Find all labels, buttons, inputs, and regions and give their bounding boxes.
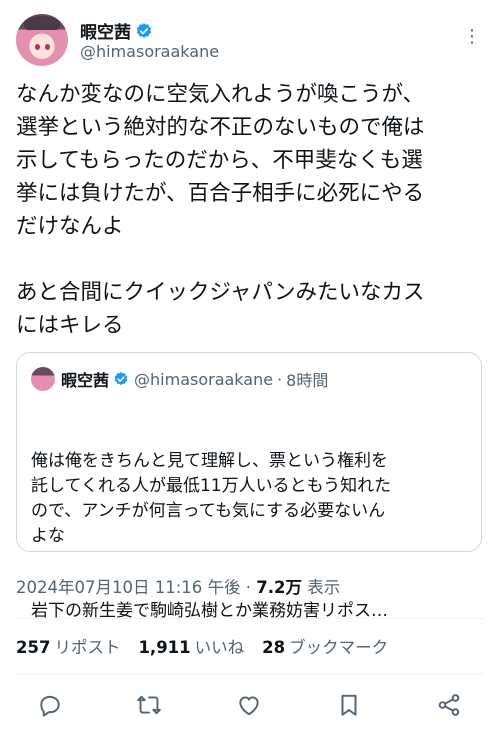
view-count-label: 表示 [307,578,341,597]
tweet-datetime[interactable]: 2024年07月10日 11:16 午後 [16,578,241,597]
tweet-meta: 2024年07月10日 11:16 午後 · 7.2万 表示 [16,574,340,598]
avatar[interactable] [16,14,68,66]
bookmark-label: ブックマーク [289,638,389,657]
like-label: いいね [194,638,245,657]
tweet-header: 暇空茜 @himasoraakane ⋮ [16,12,484,72]
tweet-stats: 257 リポスト 1,911 いいね 28 ブックマーク [16,634,406,658]
repost-stat[interactable]: 257 リポスト [16,634,120,658]
reply-icon[interactable] [37,692,63,718]
quoted-tweet-text: 俺は俺をきちんと見て理解し、票という権利を 託してくれる人が最低11万人いるとも… [31,451,392,546]
tweet-text: なんか変なのに空気入れようが喚こうが、 選挙という絶対的な不正のないもので俺は … [16,82,425,338]
quoted-author-name: 暇空茜 [61,371,110,390]
author-name[interactable]: 暇空茜 [80,18,131,43]
quoted-tweet-header: 暇空茜 @himasoraakane · 8時間 [31,367,328,391]
quoted-avatar [31,367,55,391]
repost-label: リポスト [54,638,121,657]
author-name-row: 暇空茜 [80,18,153,43]
divider [16,618,484,619]
quoted-verified-badge-icon [114,372,128,386]
view-count: 7.2万 [256,578,303,597]
avatar-eye-right [45,44,50,50]
bookmark-stat[interactable]: 28 ブックマーク [262,634,388,658]
bookmark-icon[interactable] [336,692,362,718]
more-options-icon[interactable]: ⋮ [463,26,482,47]
share-icon[interactable] [436,692,462,718]
quoted-author-handle: @himasoraakane [134,369,274,389]
avatar-eye-left [35,44,40,50]
quoted-separator: · [277,369,283,389]
like-stat[interactable]: 1,911 いいね [138,634,244,658]
repost-count: 257 [16,638,51,657]
meta-separator: · [245,578,252,597]
repost-icon[interactable] [136,692,162,718]
action-bar [0,688,500,724]
quoted-timestamp: 8時間 [286,371,329,390]
author-handle[interactable]: @himasoraakane [80,42,219,61]
divider [16,673,484,674]
verified-badge-icon [136,22,152,38]
quoted-tweet-truncated-line: 岩下の新生姜で駒崎弘樹とか業務妨害リポス… [31,601,388,621]
like-icon[interactable] [236,692,262,718]
bookmark-count: 28 [262,638,286,657]
avatar-hat [24,16,60,30]
like-count: 1,911 [138,638,191,657]
quoted-tweet[interactable]: 暇空茜 @himasoraakane · 8時間 俺は俺をきちんと見て理解し、票… [16,352,482,621]
quoted-tweet-text-block: 俺は俺をきちんと見て理解し、票という権利を 託してくれる人が最低11万人いるとも… [31,399,471,674]
